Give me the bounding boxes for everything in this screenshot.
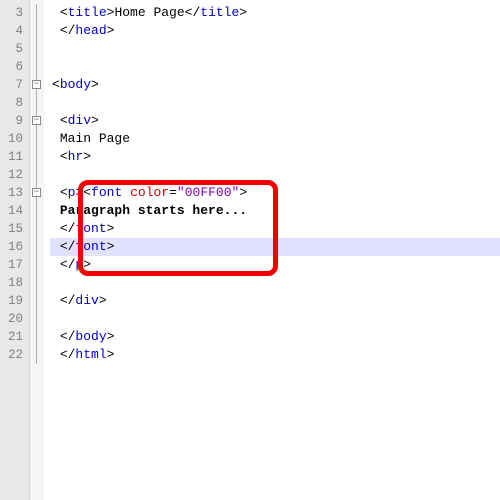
fold-row: [30, 238, 44, 256]
line-number: 3: [0, 4, 23, 22]
code-editor[interactable]: 345678910111213141516171819202122 − − − <t…: [0, 0, 500, 500]
line-number: 15: [0, 220, 23, 238]
fold-row: [30, 310, 44, 328]
fold-row: [30, 148, 44, 166]
line-number: 21: [0, 328, 23, 346]
fold-toggle-icon[interactable]: −: [32, 80, 41, 89]
line-number: 11: [0, 148, 23, 166]
code-line[interactable]: </html>: [50, 346, 500, 364]
fold-toggle-icon[interactable]: −: [32, 188, 41, 197]
code-line[interactable]: </head>: [50, 22, 500, 40]
line-number: 9: [0, 112, 23, 130]
line-number: 5: [0, 40, 23, 58]
code-line[interactable]: <title>Home Page</title>: [50, 4, 500, 22]
line-number: 17: [0, 256, 23, 274]
code-line[interactable]: Paragraph starts here...: [50, 202, 500, 220]
line-number: 16: [0, 238, 23, 256]
code-line[interactable]: </body>: [50, 328, 500, 346]
line-number: 14: [0, 202, 23, 220]
line-number: 20: [0, 310, 23, 328]
line-number: 19: [0, 292, 23, 310]
fold-row: −: [30, 112, 44, 130]
fold-row: [30, 58, 44, 76]
fold-row: [30, 166, 44, 184]
fold-row: [30, 202, 44, 220]
code-line[interactable]: [50, 166, 500, 184]
fold-row: [30, 40, 44, 58]
line-number: 8: [0, 94, 23, 112]
fold-row: [30, 274, 44, 292]
code-line[interactable]: Main Page: [50, 130, 500, 148]
fold-row: [30, 256, 44, 274]
code-line[interactable]: [50, 310, 500, 328]
fold-row: [30, 130, 44, 148]
line-number: 13: [0, 184, 23, 202]
code-line[interactable]: <p><font color="00FF00">: [50, 184, 500, 202]
fold-column: − − −: [30, 0, 44, 500]
code-line[interactable]: </p>: [50, 256, 500, 274]
code-line[interactable]: [50, 40, 500, 58]
line-number: 6: [0, 58, 23, 76]
line-number: 7: [0, 76, 23, 94]
code-line[interactable]: </font>: [50, 238, 500, 256]
code-line[interactable]: [50, 274, 500, 292]
code-line[interactable]: </font>: [50, 220, 500, 238]
fold-row: [30, 4, 44, 22]
code-line[interactable]: <body>: [50, 76, 500, 94]
fold-toggle-icon[interactable]: −: [32, 116, 41, 125]
code-area[interactable]: <title>Home Page</title> </head> <body> <…: [44, 0, 500, 500]
code-line[interactable]: <hr>: [50, 148, 500, 166]
code-line[interactable]: <div>: [50, 112, 500, 130]
fold-row: −: [30, 184, 44, 202]
line-number: 12: [0, 166, 23, 184]
fold-row: [30, 328, 44, 346]
fold-row: [30, 292, 44, 310]
line-number-gutter: 345678910111213141516171819202122: [0, 0, 30, 500]
fold-row: [30, 22, 44, 40]
line-number: 22: [0, 346, 23, 364]
fold-row: −: [30, 76, 44, 94]
line-number: 4: [0, 22, 23, 40]
fold-row: [30, 346, 44, 364]
code-line[interactable]: </div>: [50, 292, 500, 310]
code-line[interactable]: [50, 58, 500, 76]
fold-row: [30, 94, 44, 112]
code-line[interactable]: [50, 94, 500, 112]
line-number: 18: [0, 274, 23, 292]
line-number: 10: [0, 130, 23, 148]
fold-row: [30, 220, 44, 238]
